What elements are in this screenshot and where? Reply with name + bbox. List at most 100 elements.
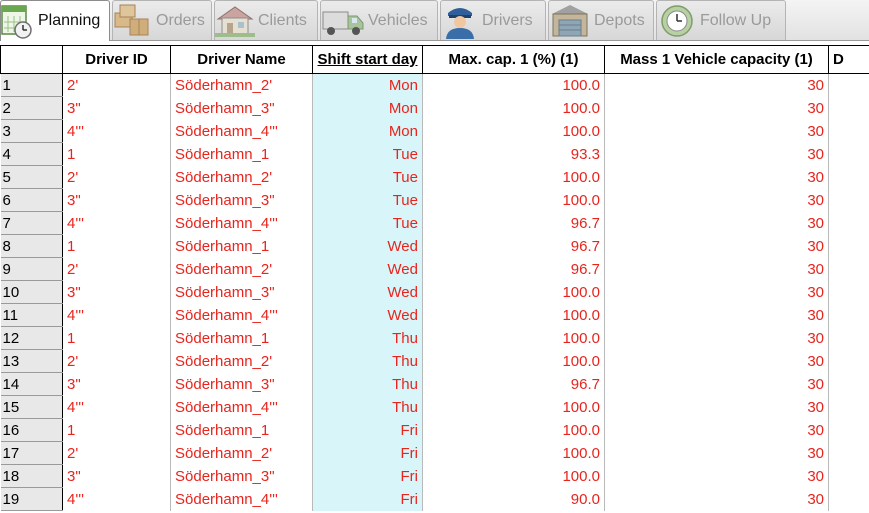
driver-id-cell[interactable]: 1 (62, 234, 171, 258)
max-cap-cell[interactable]: 100.0 (422, 441, 605, 465)
driver-id-cell[interactable]: 1 (62, 418, 171, 442)
table-row[interactable]: 7 4''' Söderhamn_4''' Tue 96.7 30 (0, 211, 869, 235)
row-number-cell[interactable]: 3 (0, 119, 63, 143)
max-cap-cell[interactable]: 100.0 (422, 119, 605, 143)
driver-name-cell[interactable]: Söderhamn_2' (170, 441, 313, 465)
col-header-shift-start-day[interactable]: Shift start day (312, 45, 423, 74)
table-row[interactable]: 2 3" Söderhamn_3" Mon 100.0 30 (0, 96, 869, 120)
row-number-cell[interactable]: 15 (0, 395, 63, 419)
mass-capacity-cell[interactable]: 30 (604, 73, 829, 97)
shift-start-day-cell[interactable]: Wed (312, 280, 423, 304)
driver-name-cell[interactable]: Söderhamn_3" (170, 188, 313, 212)
max-cap-cell[interactable]: 96.7 (422, 234, 605, 258)
driver-id-cell[interactable]: 3" (62, 96, 171, 120)
shift-start-day-cell[interactable]: Fri (312, 464, 423, 488)
tab-vehicles[interactable]: Vehicles (320, 0, 438, 40)
tab-depots[interactable]: Depots (548, 0, 654, 40)
driver-id-cell[interactable]: 3" (62, 372, 171, 396)
max-cap-cell[interactable]: 100.0 (422, 280, 605, 304)
driver-id-cell[interactable]: 4''' (62, 395, 171, 419)
shift-start-day-cell[interactable]: Thu (312, 349, 423, 373)
driver-id-cell[interactable]: 2' (62, 165, 171, 189)
row-number-cell[interactable]: 4 (0, 142, 63, 166)
max-cap-cell[interactable]: 100.0 (422, 418, 605, 442)
shift-start-day-cell[interactable]: Fri (312, 441, 423, 465)
driver-id-cell[interactable]: 1 (62, 326, 171, 350)
shift-start-day-cell[interactable]: Fri (312, 418, 423, 442)
shift-start-day-cell[interactable]: Mon (312, 119, 423, 143)
driver-name-cell[interactable]: Söderhamn_4''' (170, 119, 313, 143)
table-row[interactable]: 19 4''' Söderhamn_4''' Fri 90.0 30 (0, 487, 869, 511)
max-cap-cell[interactable]: 90.0 (422, 487, 605, 511)
mass-capacity-cell[interactable]: 30 (604, 119, 829, 143)
table-row[interactable]: 16 1 Söderhamn_1 Fri 100.0 30 (0, 418, 869, 442)
mass-capacity-cell[interactable]: 30 (604, 349, 829, 373)
driver-name-cell[interactable]: Söderhamn_4''' (170, 487, 313, 511)
driver-name-cell[interactable]: Söderhamn_4''' (170, 211, 313, 235)
driver-id-cell[interactable]: 4''' (62, 303, 171, 327)
mass-capacity-cell[interactable]: 30 (604, 165, 829, 189)
table-row[interactable]: 9 2' Söderhamn_2' Wed 96.7 30 (0, 257, 869, 281)
row-number-cell[interactable]: 19 (0, 487, 63, 511)
row-number-cell[interactable]: 13 (0, 349, 63, 373)
driver-name-cell[interactable]: Söderhamn_4''' (170, 395, 313, 419)
mass-capacity-cell[interactable]: 30 (604, 257, 829, 281)
driver-name-cell[interactable]: Söderhamn_2' (170, 73, 313, 97)
driver-name-cell[interactable]: Söderhamn_2' (170, 349, 313, 373)
max-cap-cell[interactable]: 100.0 (422, 73, 605, 97)
mass-capacity-cell[interactable]: 30 (604, 96, 829, 120)
table-row[interactable]: 13 2' Söderhamn_2' Thu 100.0 30 (0, 349, 869, 373)
col-header-driver-id[interactable]: Driver ID (62, 45, 171, 74)
driver-name-cell[interactable]: Söderhamn_3" (170, 464, 313, 488)
mass-capacity-cell[interactable]: 30 (604, 303, 829, 327)
shift-start-day-cell[interactable]: Fri (312, 487, 423, 511)
driver-name-cell[interactable]: Söderhamn_3" (170, 372, 313, 396)
mass-capacity-cell[interactable]: 30 (604, 464, 829, 488)
row-number-cell[interactable]: 9 (0, 257, 63, 281)
table-row[interactable]: 11 4''' Söderhamn_4''' Wed 100.0 30 (0, 303, 869, 327)
shift-start-day-cell[interactable]: Wed (312, 303, 423, 327)
row-number-cell[interactable]: 8 (0, 234, 63, 258)
shift-start-day-cell[interactable]: Tue (312, 142, 423, 166)
driver-name-cell[interactable]: Söderhamn_3" (170, 280, 313, 304)
driver-name-cell[interactable]: Söderhamn_3" (170, 96, 313, 120)
driver-id-cell[interactable]: 2' (62, 441, 171, 465)
table-row[interactable]: 18 3" Söderhamn_3" Fri 100.0 30 (0, 464, 869, 488)
driver-name-cell[interactable]: Söderhamn_1 (170, 142, 313, 166)
max-cap-cell[interactable]: 100.0 (422, 464, 605, 488)
tab-orders[interactable]: Orders (112, 0, 212, 40)
shift-start-day-cell[interactable]: Thu (312, 395, 423, 419)
mass-capacity-cell[interactable]: 30 (604, 280, 829, 304)
max-cap-cell[interactable]: 93.3 (422, 142, 605, 166)
max-cap-cell[interactable]: 96.7 (422, 211, 605, 235)
shift-start-day-cell[interactable]: Thu (312, 326, 423, 350)
row-number-cell[interactable]: 7 (0, 211, 63, 235)
row-number-cell[interactable]: 17 (0, 441, 63, 465)
table-row[interactable]: 6 3" Söderhamn_3" Tue 100.0 30 (0, 188, 869, 212)
corner-header[interactable] (0, 45, 63, 74)
mass-capacity-cell[interactable]: 30 (604, 188, 829, 212)
max-cap-cell[interactable]: 100.0 (422, 188, 605, 212)
row-number-cell[interactable]: 18 (0, 464, 63, 488)
row-number-cell[interactable]: 1 (0, 73, 63, 97)
driver-id-cell[interactable]: 4''' (62, 211, 171, 235)
table-row[interactable]: 5 2' Söderhamn_2' Tue 100.0 30 (0, 165, 869, 189)
driver-name-cell[interactable]: Söderhamn_1 (170, 418, 313, 442)
max-cap-cell[interactable]: 100.0 (422, 395, 605, 419)
mass-capacity-cell[interactable]: 30 (604, 395, 829, 419)
tab-planning[interactable]: Planning (0, 0, 110, 41)
table-row[interactable]: 8 1 Söderhamn_1 Wed 96.7 30 (0, 234, 869, 258)
shift-start-day-cell[interactable]: Tue (312, 188, 423, 212)
row-number-cell[interactable]: 10 (0, 280, 63, 304)
table-row[interactable]: 17 2' Söderhamn_2' Fri 100.0 30 (0, 441, 869, 465)
max-cap-cell[interactable]: 100.0 (422, 326, 605, 350)
max-cap-cell[interactable]: 100.0 (422, 96, 605, 120)
driver-name-cell[interactable]: Söderhamn_2' (170, 165, 313, 189)
driver-name-cell[interactable]: Söderhamn_1 (170, 326, 313, 350)
table-row[interactable]: 4 1 Söderhamn_1 Tue 93.3 30 (0, 142, 869, 166)
table-row[interactable]: 12 1 Söderhamn_1 Thu 100.0 30 (0, 326, 869, 350)
table-row[interactable]: 1 2' Söderhamn_2' Mon 100.0 30 (0, 73, 869, 97)
table-row[interactable]: 10 3" Söderhamn_3" Wed 100.0 30 (0, 280, 869, 304)
tab-follow-up[interactable]: Follow Up (656, 0, 786, 40)
table-row[interactable]: 3 4''' Söderhamn_4''' Mon 100.0 30 (0, 119, 869, 143)
